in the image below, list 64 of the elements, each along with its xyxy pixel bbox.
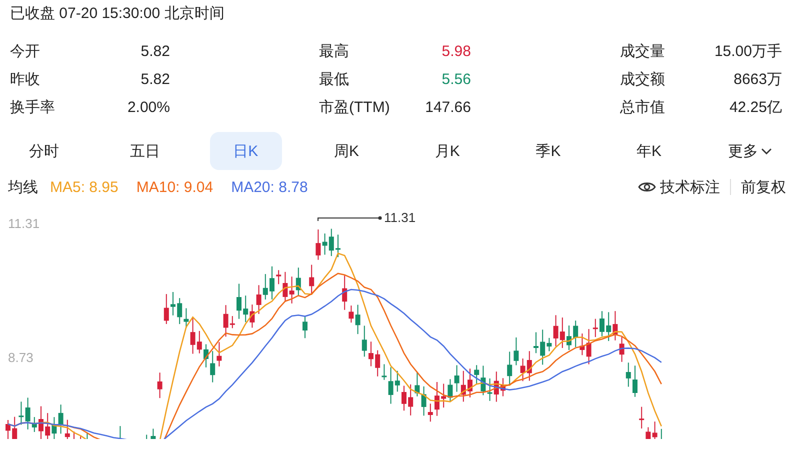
candlestick — [632, 365, 638, 398]
candlestick — [204, 344, 208, 368]
candlestick — [434, 381, 440, 416]
stat-label: 今开 — [10, 42, 41, 62]
candlestick — [402, 385, 406, 412]
stat-value: 2.00% — [126, 98, 170, 118]
max-price-leader-line — [318, 216, 382, 222]
candlestick — [6, 420, 10, 439]
candlestick — [336, 234, 340, 258]
candlestick — [80, 436, 82, 439]
candlestick — [236, 283, 242, 320]
ma-value: MA20: 8.78 — [231, 178, 308, 196]
stat-value: 8663万 — [732, 70, 782, 90]
candlestick — [368, 341, 374, 367]
candlestick — [150, 428, 156, 439]
period-tab[interactable]: 日K — [210, 132, 282, 170]
candlestick — [468, 368, 472, 398]
period-tab[interactable]: 分时 — [8, 132, 80, 170]
candlestick — [270, 266, 274, 300]
candlestick — [157, 372, 162, 399]
stat-value: 5.56 — [440, 70, 471, 90]
stat-label: 总市值 — [620, 98, 666, 118]
more-menu[interactable]: 更多 — [714, 132, 786, 170]
ma-value: MA5: 8.95 — [50, 178, 118, 196]
candlestick — [302, 315, 308, 339]
period-tab[interactable]: 年K — [613, 132, 686, 170]
stat-label: 换手率 — [10, 98, 56, 118]
candlestick — [170, 292, 176, 316]
market-status: 已收盘 07-20 15:30:00 北京时间 — [9, 4, 226, 24]
ma-label: 均线 — [8, 178, 38, 196]
period-tab[interactable]: 月K — [411, 132, 484, 170]
stat-value: 5.82 — [140, 70, 170, 90]
stat-value: 5.98 — [440, 42, 471, 62]
candlestick — [660, 428, 662, 439]
candlestick — [566, 325, 572, 350]
period-tab[interactable]: 五日 — [108, 132, 181, 170]
candlestick — [500, 378, 506, 397]
candlestick — [146, 434, 148, 439]
candlestick — [600, 310, 604, 337]
stat-label: 昨收 — [10, 70, 41, 90]
chevron-down-icon — [760, 148, 772, 154]
ma-value: MA10: 9.04 — [136, 178, 214, 196]
max-price-label: 11.31 — [384, 210, 416, 225]
stat-label: 成交量 — [620, 42, 666, 62]
price-axis-label: 8.73 — [8, 350, 34, 365]
candlestick — [164, 294, 169, 325]
stat-value: 147.66 — [424, 98, 471, 118]
annotation-toggle[interactable]: 技术标注 — [638, 178, 720, 196]
period-tab[interactable]: 周K — [310, 132, 383, 170]
period-tab[interactable]: 季K — [512, 132, 584, 170]
candlestick — [38, 406, 44, 439]
stat-label: 成交额 — [620, 70, 666, 90]
candlestick — [534, 332, 538, 354]
stat-label: 最高 — [319, 42, 350, 62]
stat-label: 最低 — [319, 70, 350, 90]
stat-value: 42.25亿 — [728, 98, 782, 118]
stat-value: 15.00万手 — [713, 42, 782, 62]
candlestick — [309, 264, 314, 295]
price-axis-label: 11.31 — [8, 216, 40, 231]
eye-icon — [638, 181, 656, 193]
stat-label: 市盈(TTM) — [319, 98, 391, 118]
stat-value: 5.82 — [140, 42, 170, 62]
adjust-button[interactable]: 前复权 — [741, 178, 786, 196]
candlestick — [120, 426, 121, 439]
